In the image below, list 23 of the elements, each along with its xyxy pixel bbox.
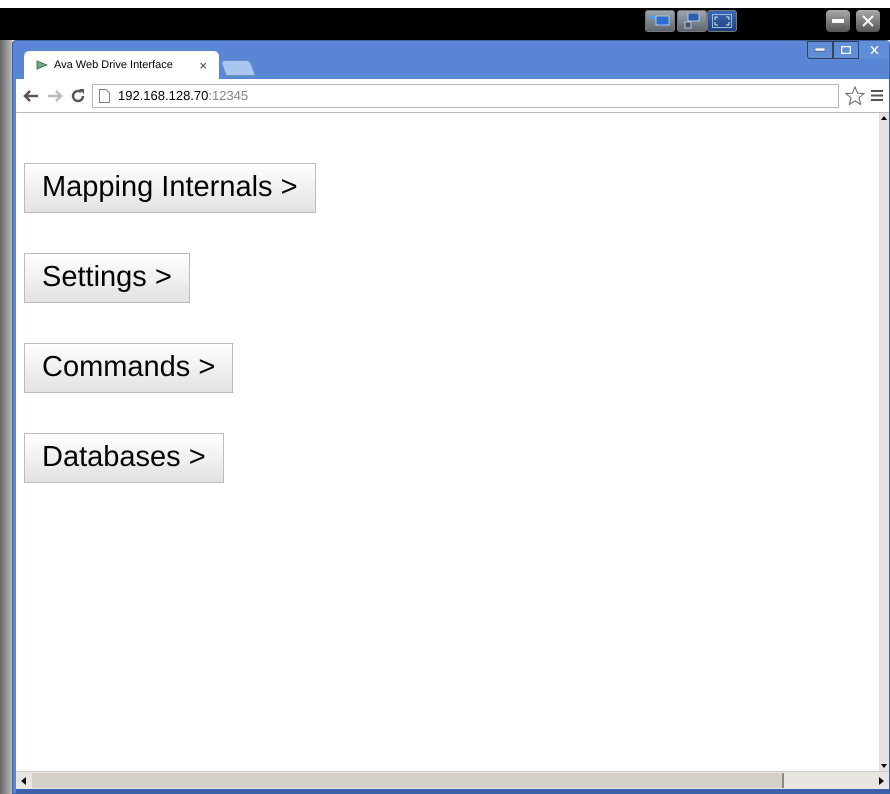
play-icon	[36, 60, 48, 70]
back-icon[interactable]	[22, 88, 40, 102]
star-icon[interactable]	[845, 86, 865, 106]
url-port: :12345	[208, 88, 248, 103]
windowed-view-icon[interactable]	[645, 10, 675, 32]
fullscreen-icon[interactable]	[707, 10, 737, 32]
maximize-icon[interactable]	[833, 41, 859, 59]
tab-title: Ava Web Drive Interface	[54, 58, 174, 73]
browser-tab[interactable]: Ava Web Drive Interface ×	[24, 51, 219, 79]
nav-button[interactable]: Settings >	[24, 253, 190, 303]
reload-icon[interactable]	[70, 88, 86, 104]
nav-button[interactable]: Commands >	[24, 343, 234, 393]
menu-icon[interactable]	[871, 89, 883, 102]
page-icon	[99, 88, 110, 102]
close-icon[interactable]	[856, 10, 880, 32]
split-view-icon[interactable]	[677, 10, 707, 32]
minimize-icon[interactable]	[807, 41, 833, 59]
url-host: 192.168.128.70	[118, 88, 208, 103]
address-bar[interactable]: 192.168.128.70:12345	[92, 84, 839, 108]
tab-close-button[interactable]: ×	[199, 58, 207, 72]
minimize-icon[interactable]	[826, 10, 850, 32]
nav-button[interactable]: Mapping Internals >	[24, 163, 316, 213]
nav-button[interactable]: Databases >	[24, 433, 224, 483]
